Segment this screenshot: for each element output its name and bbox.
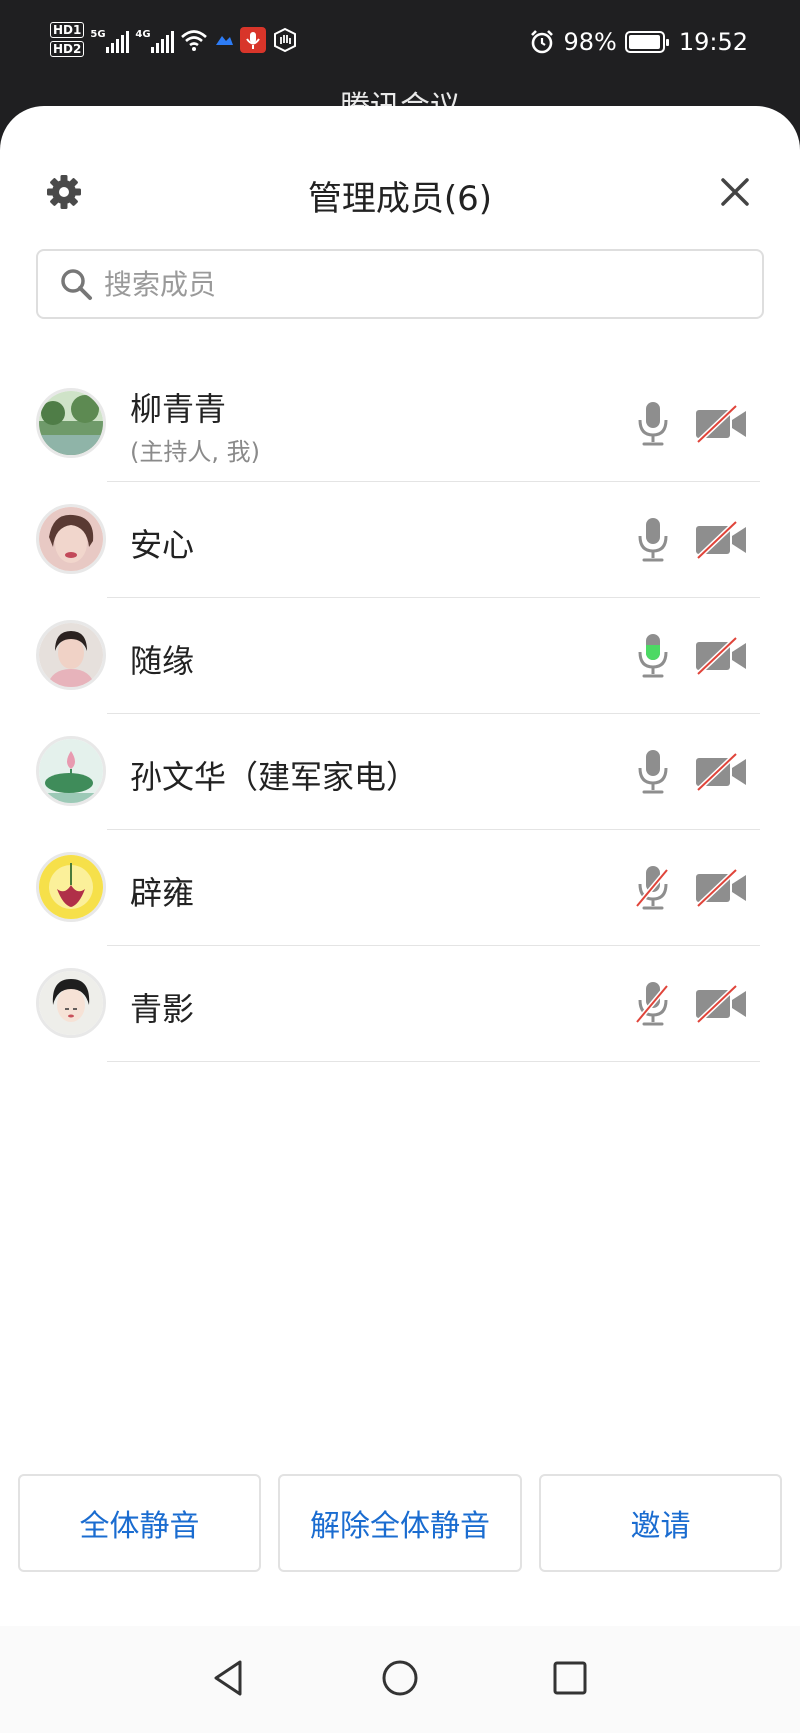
battery-icon [624,31,669,53]
member-row[interactable]: 青影 [0,946,800,1062]
hd1-indicator: HD1 [50,22,85,38]
avatar [36,852,106,922]
signal-4g: 4G [135,27,175,53]
alarm-icon [529,29,555,55]
member-row[interactable]: 辟雍 [0,830,800,946]
member-row[interactable]: 安心 [0,482,800,598]
video-off-icon[interactable] [694,404,748,444]
microphone-icon[interactable] [633,516,673,564]
status-left: HD1 HD2 5G 4G [50,22,298,57]
member-list: 柳青青 (主持人, 我) 安心 随缘 孙文华（建军家电） 辟雍 青影 [0,366,800,1062]
microphone-icon[interactable] [633,748,673,796]
divider [107,1061,760,1062]
video-off-icon[interactable] [694,984,748,1024]
avatar [36,968,106,1038]
network-5g-label: 5G [90,28,106,40]
hd2-indicator: HD2 [50,41,85,57]
avatar [36,388,106,458]
app-notification-icon [214,33,234,47]
member-name: 辟雍 [130,874,195,912]
close-icon[interactable] [715,172,755,212]
avatar [36,504,106,574]
microphone-muted-icon[interactable] [633,980,673,1028]
hand-icon [272,27,298,53]
action-bar: 全体静音 解除全体静音 邀请 [0,1474,800,1572]
clock: 19:52 [678,28,748,56]
home-icon[interactable] [380,1658,420,1698]
search-bar[interactable] [36,249,764,319]
search-input[interactable] [104,267,704,301]
page-title: 管理成员(6) [307,179,493,219]
avatar [36,620,106,690]
member-role: (主持人, 我) [130,438,260,466]
video-off-icon[interactable] [694,636,748,676]
member-name: 柳青青 [130,390,227,428]
recents-icon[interactable] [552,1658,588,1698]
microphone-active-icon [240,26,267,53]
member-name: 安心 [130,526,195,564]
video-off-icon[interactable] [694,520,748,560]
signal-bars-icon [151,30,175,53]
hd-indicators: HD1 HD2 [50,22,85,57]
battery-percent: 98% [563,28,617,56]
signal-5g: 5G [90,27,130,53]
member-row[interactable]: 孙文华（建军家电） [0,714,800,830]
manage-members-sheet: 管理成员(6) 柳青青 (主持人, 我) [0,106,800,1733]
unmute-all-button[interactable]: 解除全体静音 [278,1474,522,1572]
video-off-icon[interactable] [694,868,748,908]
invite-button[interactable]: 邀请 [539,1474,782,1572]
member-name: 孙文华（建军家电） [130,758,419,796]
member-name: 青影 [130,990,195,1028]
video-off-icon[interactable] [694,752,748,792]
microphone-muted-icon[interactable] [633,864,673,912]
signal-bars-icon [106,30,130,53]
wifi-icon [180,28,208,52]
member-name: 随缘 [130,642,195,680]
search-icon [61,269,92,300]
system-nav-bar [0,1626,800,1733]
back-icon[interactable] [210,1658,246,1698]
status-right: 98% 19:52 [529,28,748,56]
member-row[interactable]: 随缘 [0,598,800,714]
avatar [36,736,106,806]
microphone-speaking-icon[interactable] [633,632,673,680]
microphone-icon[interactable] [633,400,673,448]
mute-all-button[interactable]: 全体静音 [18,1474,261,1572]
network-4g-label: 4G [135,28,151,40]
sheet-header: 管理成员(6) [0,106,800,226]
member-row[interactable]: 柳青青 (主持人, 我) [0,366,800,482]
